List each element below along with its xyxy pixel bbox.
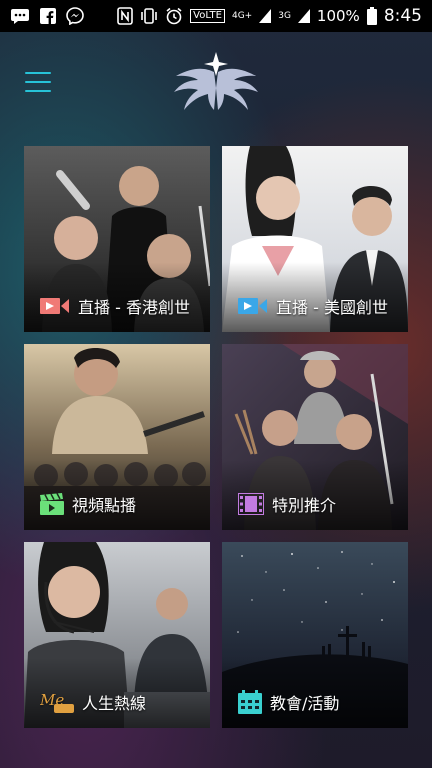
signal-icon [259,9,272,23]
battery-icon [366,7,377,25]
hotline-logo: Me [40,690,74,714]
live-video-icon [40,296,70,316]
tile-life-hotline[interactable]: Me 人生熱線 [24,542,210,728]
tile-special-picks[interactable]: 特別推介 [222,344,408,530]
status-bar: VoLTE 4G+ 3G 100% 8:45 [0,0,432,32]
tile-caption: 視頻點播 [40,492,136,516]
tile-label: 人生熱線 [82,694,147,713]
tile-live-hong-kong[interactable]: 直播 - 香港創世 [24,146,210,332]
tile-live-usa[interactable]: 直播 - 美國創世 [222,146,408,332]
tile-label: 直播 - 香港創世 [78,298,190,317]
messenger-icon [66,7,84,25]
tile-label: 直播 - 美國創世 [276,298,388,317]
chat-notification-icon [10,8,30,24]
live-video-icon [238,296,268,316]
winged-star-logo [168,48,264,114]
alarm-icon [165,7,183,25]
clock: 8:45 [383,6,422,26]
clapperboard-icon [40,493,64,515]
hamburger-menu-icon[interactable] [25,70,53,94]
volte-label: VoLTE [190,9,225,23]
tile-label: 視頻點播 [72,496,137,515]
nfc-icon [117,7,133,25]
tile-caption: 特別推介 [238,492,336,516]
tile-label: 特別推介 [272,496,337,515]
tile-video-on-demand[interactable]: 視頻點播 [24,344,210,530]
network-type-label-2: 3G [278,11,291,21]
calendar-icon [238,690,262,714]
system-status: VoLTE 4G+ 3G 100% 8:45 [117,6,432,26]
vibrate-icon [140,8,158,24]
tile-caption: 直播 - 香港創世 [40,294,190,318]
network-type-label: 4G+ [231,11,253,21]
tile-church-events[interactable]: 教會/活動 [222,542,408,728]
signal-icon-2 [297,9,310,23]
tile-caption: 教會/活動 [238,690,339,714]
tile-caption: 直播 - 美國創世 [238,294,388,318]
tile-caption: Me 人生熱線 [40,690,146,714]
facebook-icon [40,8,56,24]
notification-icons [0,7,84,25]
app-header [0,32,432,132]
film-strip-icon [238,493,264,515]
tile-label: 教會/活動 [270,694,340,713]
battery-percentage: 100% [316,7,360,25]
